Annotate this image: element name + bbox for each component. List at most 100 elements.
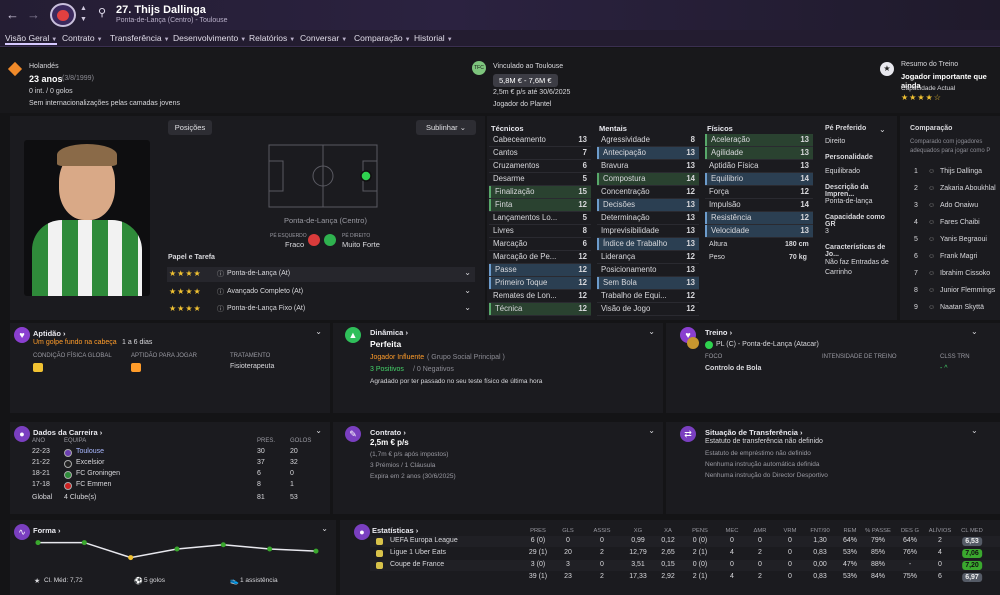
chevron-down-icon[interactable]: ▼ <box>80 16 87 23</box>
technical-row[interactable]: Finta 12 <box>489 199 591 211</box>
technical-row[interactable]: Cruzamentos 6 <box>489 160 591 172</box>
mental-row[interactable]: Agressividade 8 <box>597 134 699 146</box>
comparison-item[interactable]: 1 ☺ Thijs Dallinga <box>900 164 1000 179</box>
tab-history[interactable]: Historial ▼ <box>414 33 453 43</box>
physical-row[interactable]: Resistência 12 <box>705 212 813 224</box>
tab-compare[interactable]: Comparação ▼ <box>354 33 411 43</box>
mental-row[interactable]: Visão de Jogo 12 <box>597 303 699 315</box>
stats-row[interactable] <box>370 560 1000 571</box>
mental-row[interactable]: Liderança 12 <box>597 251 699 263</box>
stats-column-header[interactable]: PENS <box>692 528 708 534</box>
stats-column-header[interactable]: REM <box>844 528 857 534</box>
physical-row[interactable]: Agilidade 13 <box>705 147 813 159</box>
chevron-down-icon[interactable]: ⌄ <box>879 125 886 134</box>
chevron-down-icon[interactable]: ⌄ <box>464 286 471 295</box>
stats-column-header[interactable]: CL MED <box>961 528 983 534</box>
chevron-down-icon[interactable]: ⌄ <box>464 303 471 312</box>
stats-column-header[interactable]: FNT/90 <box>810 528 829 534</box>
search-icon[interactable]: ⚲ <box>98 6 106 19</box>
chevron-down-icon[interactable]: ⌄ <box>648 327 655 336</box>
technical-row[interactable]: Cabeceamento 13 <box>489 134 591 146</box>
technical-row[interactable]: Primeiro Toque 12 <box>489 277 591 289</box>
form-point[interactable] <box>81 540 87 546</box>
career-cell[interactable]: Toulouse <box>76 448 104 455</box>
form-point[interactable] <box>174 546 180 552</box>
fitness-title[interactable]: Aptidão › <box>33 329 66 338</box>
form-point[interactable] <box>128 555 134 561</box>
physical-row[interactable]: Aceleração 13 <box>705 134 813 146</box>
tab-development[interactable]: Desenvolvimento ▼ <box>173 33 246 43</box>
chevron-down-icon[interactable]: ⌄ <box>648 426 655 435</box>
technical-row[interactable]: Cantos 7 <box>489 147 591 159</box>
form-point[interactable] <box>220 542 226 548</box>
stats-column-header[interactable]: ASSIS <box>593 528 610 534</box>
mental-row[interactable]: Determinação 13 <box>597 212 699 224</box>
mental-row[interactable]: Bravura 13 <box>597 160 699 172</box>
chevron-down-icon[interactable]: ⌄ <box>315 426 322 435</box>
technical-row[interactable]: Finalização 15 <box>489 186 591 198</box>
physical-row[interactable]: Velocidade 13 <box>705 225 813 237</box>
career-cell[interactable]: FC Emmen <box>76 481 111 488</box>
mental-row[interactable]: Índice de Trabalho 13 <box>597 238 699 250</box>
form-point[interactable] <box>313 548 319 554</box>
stats-column-header[interactable]: PRES <box>530 528 546 534</box>
physical-row[interactable]: Impulsão 14 <box>705 199 813 211</box>
comparison-item[interactable]: 2 ☺ Zakaria Aboukhlal <box>900 181 1000 196</box>
comparison-item[interactable]: 3 ☺ Ado Onaiwu <box>900 198 1000 213</box>
career-cell[interactable]: Excelsior <box>76 459 104 466</box>
technical-row[interactable]: Lançamentos Lo... 5 <box>489 212 591 224</box>
stats-column-header[interactable]: GLS <box>562 528 574 534</box>
contract-title[interactable]: Contrato › <box>370 428 406 437</box>
comparison-item[interactable]: 9 ☺ Naatan Skyttä <box>900 300 1000 315</box>
comparison-item[interactable]: 4 ☺ Fares Chaibi <box>900 215 1000 230</box>
stats-column-header[interactable]: ΔMR <box>754 528 767 534</box>
tab-overview[interactable]: Visão Geral ▼ <box>5 33 58 45</box>
stats-column-header[interactable]: MEC <box>726 528 739 534</box>
stats-column-header[interactable]: % PASSE <box>865 528 891 534</box>
chevron-down-icon[interactable]: ⌄ <box>971 327 978 336</box>
forward-arrow-icon[interactable]: → <box>27 7 40 22</box>
tab-transfer[interactable]: Transferência ▼ <box>110 33 170 43</box>
training-title[interactable]: Treino › <box>705 328 732 337</box>
technical-row[interactable]: Remates de Lon... 12 <box>489 290 591 302</box>
transfer-title[interactable]: Situação de Transferência › <box>705 428 803 437</box>
mental-row[interactable]: Decisões 13 <box>597 199 699 211</box>
chevron-down-icon[interactable]: ⌄ <box>971 426 978 435</box>
role-row[interactable]: ★★★★ ⓘ Ponta-de-Lança (At) ⌄ <box>167 267 475 282</box>
form-point[interactable] <box>267 546 273 552</box>
stats-column-header[interactable]: XA <box>664 528 672 534</box>
role-row[interactable]: ★★★★ ⓘ Avançado Completo (At) ⌄ <box>167 285 475 300</box>
technical-row[interactable]: Marcação 6 <box>489 238 591 250</box>
technical-row[interactable]: Marcação de Pe... 12 <box>489 251 591 263</box>
stats-column-header[interactable]: DES G <box>901 528 919 534</box>
comparison-item[interactable]: 6 ☺ Frank Magri <box>900 249 1000 264</box>
mental-row[interactable]: Compostura 14 <box>597 173 699 185</box>
chevron-down-icon[interactable]: ⌄ <box>464 268 471 277</box>
comparison-item[interactable]: 7 ☺ Ibrahim Cissoko <box>900 266 1000 281</box>
technical-row[interactable]: Passe 12 <box>489 264 591 276</box>
comparison-item[interactable]: 8 ☺ Junior Flemmings <box>900 283 1000 298</box>
physical-row[interactable]: Força 12 <box>705 186 813 198</box>
back-arrow-icon[interactable]: ← <box>6 7 19 22</box>
positions-button[interactable]: Posições <box>168 120 212 135</box>
technical-row[interactable]: Técnica 12 <box>489 303 591 315</box>
technical-row[interactable]: Livres 8 <box>489 225 591 237</box>
tab-contract[interactable]: Contrato ▼ <box>62 33 103 43</box>
highlight-dropdown[interactable]: Sublinhar ⌄ <box>416 120 476 135</box>
tab-talk[interactable]: Conversar ▼ <box>300 33 347 43</box>
mental-row[interactable]: Sem Bola 13 <box>597 277 699 289</box>
role-row[interactable]: ★★★★ ⓘ Ponta-de-Lança Fixo (At) ⌄ <box>167 302 475 317</box>
physical-row[interactable]: Equilibrio 14 <box>705 173 813 185</box>
tab-reports[interactable]: Relatórios ▼ <box>249 33 295 43</box>
comparison-item[interactable]: 5 ☺ Yanis Begraoui <box>900 232 1000 247</box>
physical-row[interactable]: Aptidão Física 13 <box>705 160 813 172</box>
mental-row[interactable]: Antecipação 13 <box>597 147 699 159</box>
career-cell[interactable]: FC Groningen <box>76 470 120 477</box>
chevron-up-icon[interactable]: ▲ <box>80 5 87 12</box>
dynamics-title[interactable]: Dinâmica › <box>370 328 408 337</box>
technical-row[interactable]: Desarme 5 <box>489 173 591 185</box>
stats-column-header[interactable]: XG <box>634 528 642 534</box>
stats-column-header[interactable]: VRM <box>784 528 797 534</box>
mental-row[interactable]: Posicionamento 13 <box>597 264 699 276</box>
form-point[interactable] <box>35 540 41 546</box>
